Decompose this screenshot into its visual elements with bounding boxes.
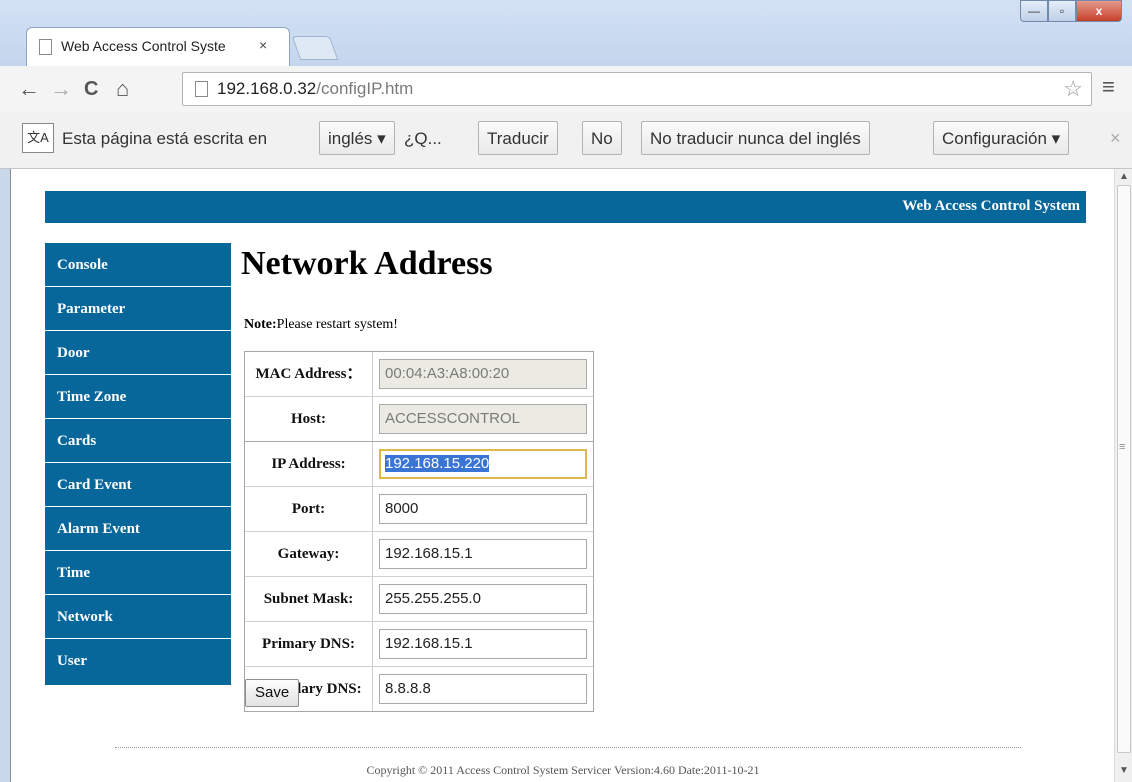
sidebar-item-cards[interactable]: Cards: [45, 419, 231, 463]
mac-address-field: 00:04:A3:A8:00:20: [379, 359, 587, 389]
page-banner: Web Access Control System: [45, 191, 1086, 223]
primary-dns-label: Primary DNS:: [245, 622, 373, 666]
close-window-button[interactable]: x: [1076, 0, 1122, 22]
url-path: /configIP.htm: [316, 79, 414, 98]
tab-close-icon[interactable]: ×: [259, 37, 267, 53]
translate-message: Esta página está escrita en: [62, 129, 268, 148]
copyright-footer: Copyright © 2011 Access Control System S…: [366, 763, 760, 777]
port-label: Port:: [245, 487, 373, 531]
url-text: 192.168.0.32/configIP.htm: [217, 79, 413, 99]
table-row: IP Address: 192.168.15.220: [245, 442, 593, 487]
ip-address-label: IP Address:: [245, 442, 373, 486]
no-button[interactable]: No: [582, 121, 622, 155]
sidebar-item-console[interactable]: Console: [45, 243, 231, 287]
ip-address-value: 192.168.15.220: [385, 455, 490, 472]
minimize-button[interactable]: —: [1020, 0, 1048, 22]
page-scrollbar[interactable]: ▲ ≡ ▼: [1114, 169, 1132, 782]
sidebar-item-parameter[interactable]: Parameter: [45, 287, 231, 331]
sidebar-item-alarm-event[interactable]: Alarm Event: [45, 507, 231, 551]
page-icon: [39, 39, 52, 55]
primary-dns-field[interactable]: 192.168.15.1: [379, 629, 587, 659]
sidebar-item-user[interactable]: User: [45, 639, 231, 685]
network-form-table: MAC Address： 00:04:A3:A8:00:20 Host: ACC…: [244, 351, 594, 712]
table-row: Primary DNS: 192.168.15.1: [245, 622, 593, 667]
sidebar-item-network[interactable]: Network: [45, 595, 231, 639]
scroll-down-icon[interactable]: ▼: [1119, 765, 1129, 776]
back-arrow-icon[interactable]: ←: [18, 76, 40, 102]
host-label: Host:: [245, 397, 373, 441]
tab-title: Web Access Control Syste: [61, 38, 226, 54]
gateway-label: Gateway:: [245, 532, 373, 576]
sidebar-item-card-event[interactable]: Card Event: [45, 463, 231, 507]
subnet-mask-label: Subnet Mask:: [245, 577, 373, 621]
gateway-field[interactable]: 192.168.15.1: [379, 539, 587, 569]
restart-note: Note:Please restart system!: [244, 317, 398, 333]
note-text: Please restart system!: [276, 317, 398, 332]
browser-titlebar: Web Access Control Syste × — ▫ x: [0, 0, 1132, 66]
url-host: 192.168.0.32: [217, 79, 317, 98]
page-viewport: Web Access Control System Console Parame…: [10, 169, 1115, 782]
table-row: Gateway: 192.168.15.1: [245, 532, 593, 577]
banner-title: Web Access Control System: [902, 198, 1080, 214]
subnet-mask-field[interactable]: 255.255.255.0: [379, 584, 587, 614]
translate-settings-button[interactable]: Configuración ▾: [933, 121, 1070, 155]
translate-bar: 文A Esta página está escrita en inglés ▾ …: [0, 112, 1132, 169]
table-row: Subnet Mask: 255.255.255.0: [245, 577, 593, 622]
mac-address-label: MAC Address：: [245, 352, 373, 396]
scroll-up-icon[interactable]: ▲: [1119, 171, 1129, 182]
save-button[interactable]: Save: [245, 679, 300, 707]
forward-arrow-icon[interactable]: →: [50, 76, 72, 102]
language-select[interactable]: inglés ▾: [319, 121, 395, 155]
new-tab-button[interactable]: [291, 36, 339, 60]
page-title: Network Address: [241, 245, 493, 282]
host-field: ACCESSCONTROL: [379, 404, 587, 434]
sidebar-nav: Console Parameter Door Time Zone Cards C…: [45, 243, 231, 685]
translate-question: ¿Q...: [404, 129, 442, 148]
address-bar[interactable]: 192.168.0.32/configIP.htm ☆: [182, 72, 1092, 106]
port-field[interactable]: 8000: [379, 494, 587, 524]
reload-icon[interactable]: C: [84, 78, 98, 101]
sidebar-item-time[interactable]: Time: [45, 551, 231, 595]
table-row: Port: 8000: [245, 487, 593, 532]
translate-icon: 文A: [22, 123, 54, 153]
scroll-grip-icon: ≡: [1119, 441, 1126, 453]
secondary-dns-field[interactable]: 8.8.8.8: [379, 674, 587, 704]
home-icon[interactable]: ⌂: [116, 76, 129, 102]
translate-button[interactable]: Traducir: [478, 121, 558, 155]
maximize-button[interactable]: ▫: [1048, 0, 1076, 22]
table-row: Host: ACCESSCONTROL: [245, 397, 593, 442]
note-label: Note:: [244, 317, 277, 332]
footer-divider: [115, 747, 1021, 748]
close-icon[interactable]: ×: [1110, 128, 1121, 149]
browser-toolbar: ← → C ⌂ 192.168.0.32/configIP.htm ☆ ≡: [0, 66, 1132, 113]
sidebar-item-time-zone[interactable]: Time Zone: [45, 375, 231, 419]
sidebar-item-door[interactable]: Door: [45, 331, 231, 375]
page-icon: [195, 81, 208, 97]
menu-icon[interactable]: ≡: [1102, 74, 1115, 100]
bookmark-star-icon[interactable]: ☆: [1063, 76, 1083, 102]
never-translate-button[interactable]: No traducir nunca del inglés: [641, 121, 870, 155]
ip-address-field[interactable]: 192.168.15.220: [379, 449, 587, 479]
table-row: MAC Address： 00:04:A3:A8:00:20: [245, 352, 593, 397]
scrollbar-thumb[interactable]: [1117, 185, 1131, 753]
browser-tab[interactable]: Web Access Control Syste ×: [26, 27, 290, 66]
window-controls: — ▫ x: [1020, 0, 1122, 22]
